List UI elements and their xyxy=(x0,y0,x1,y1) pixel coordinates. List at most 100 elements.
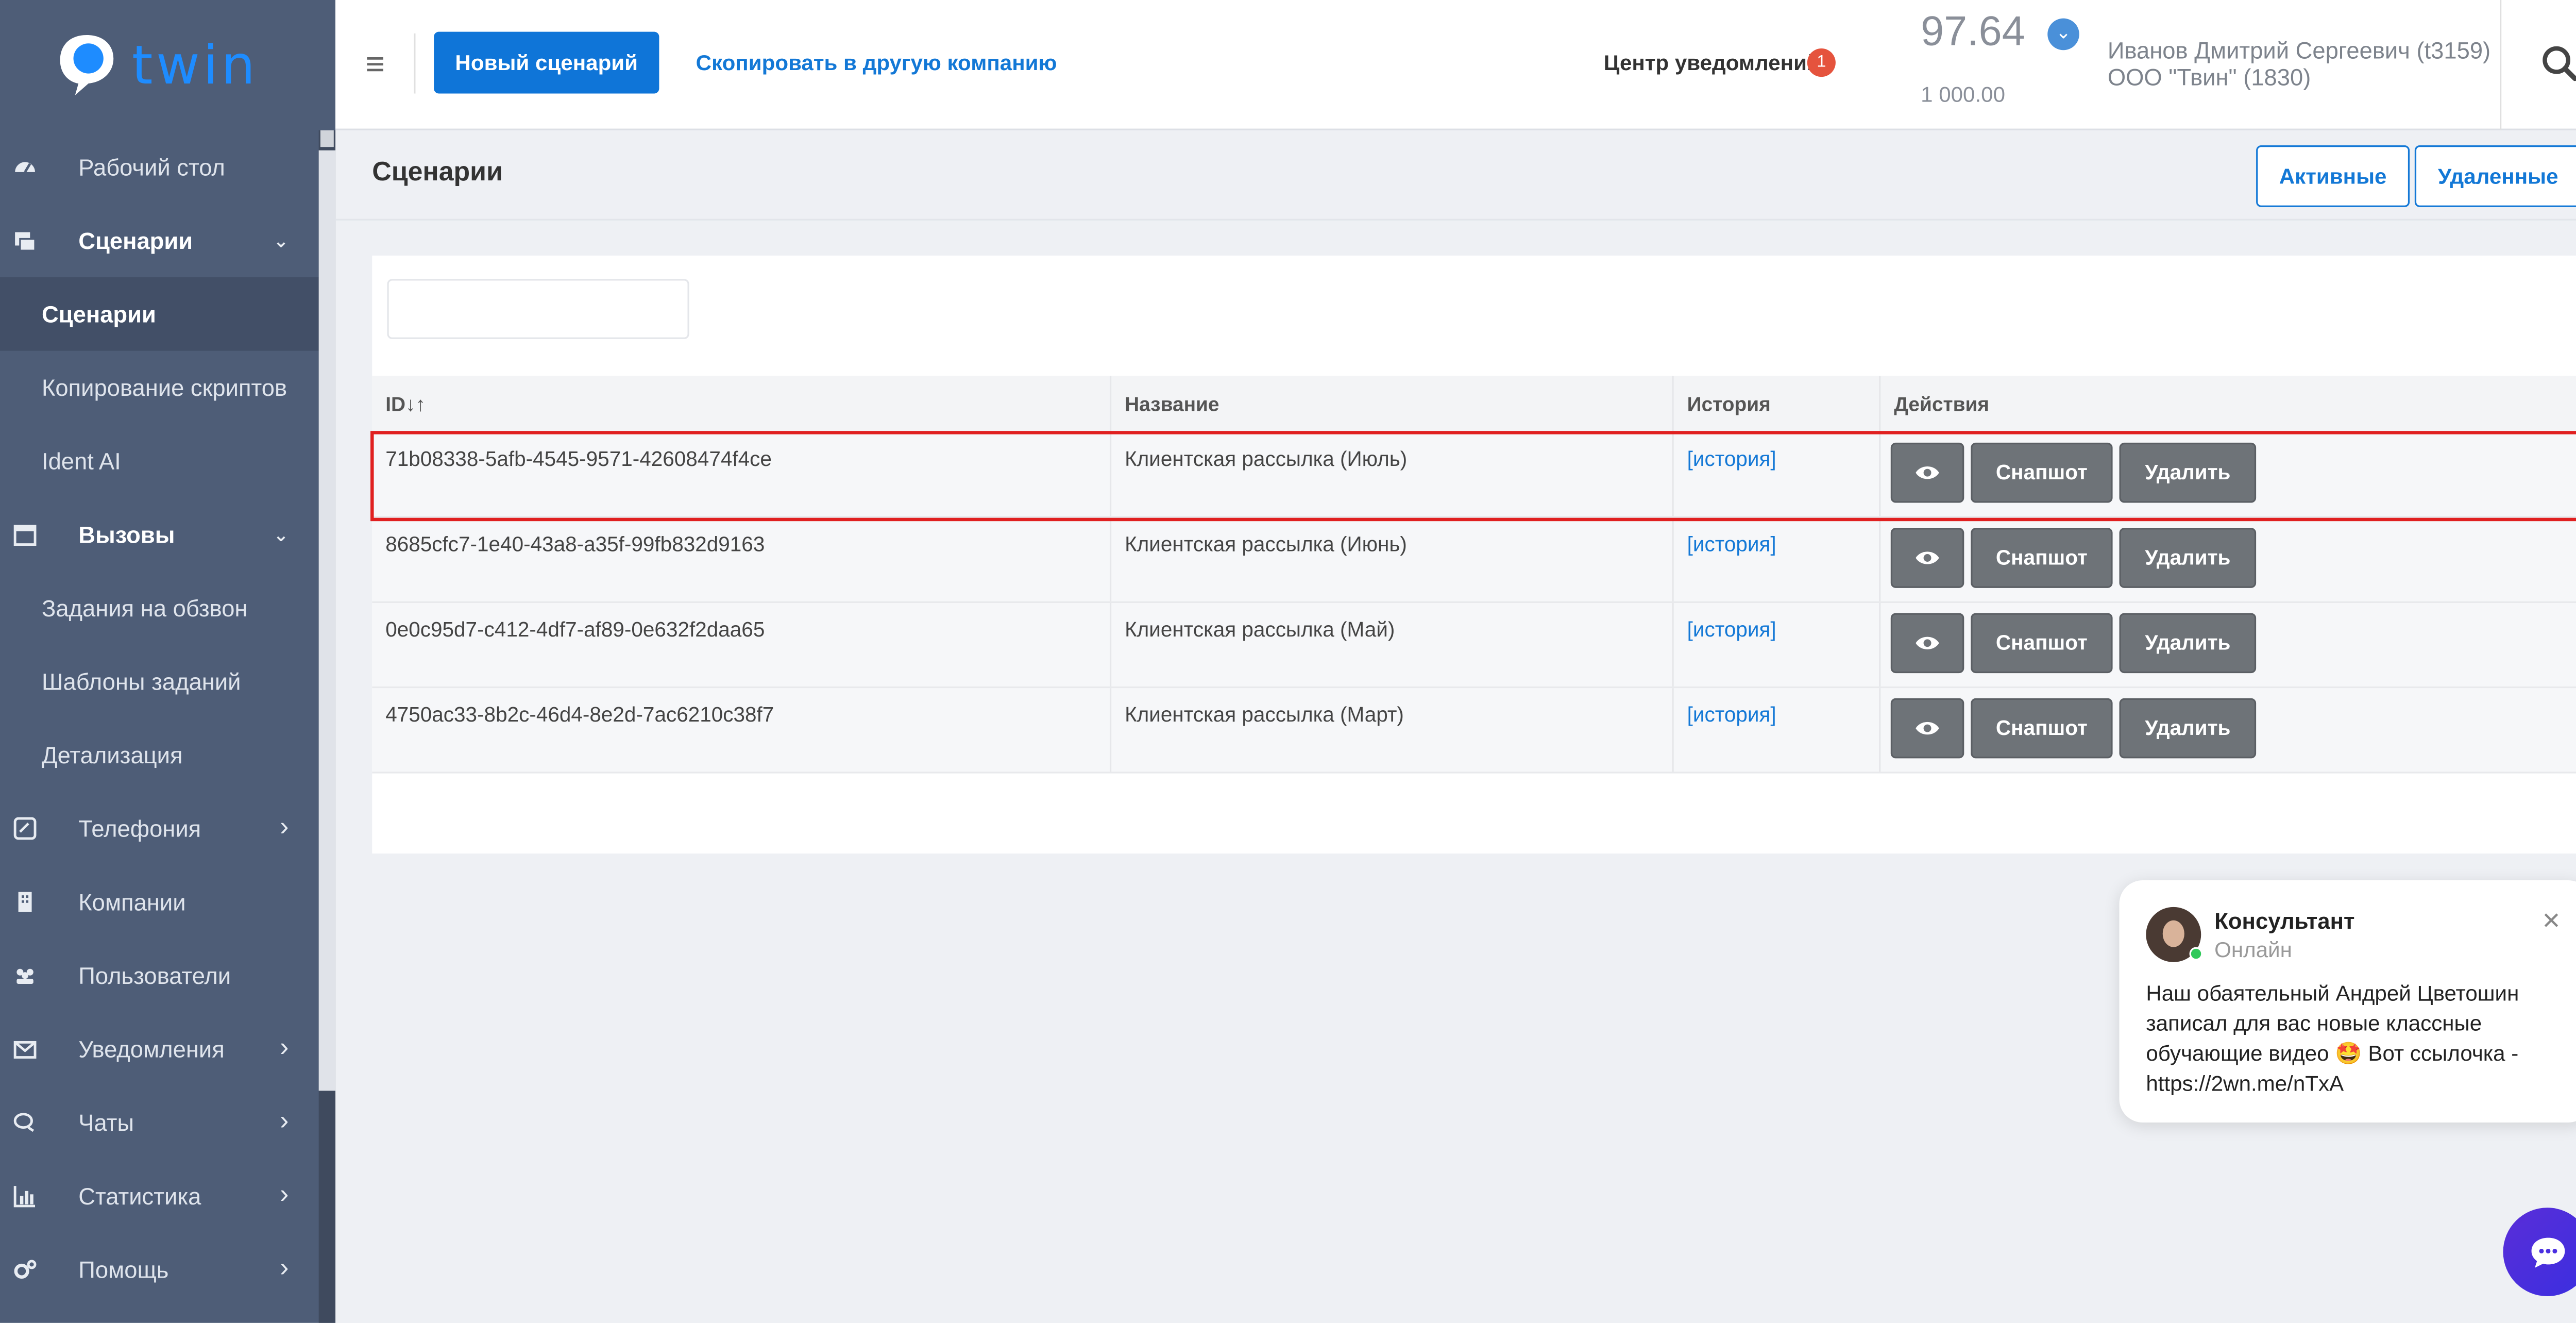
sidebar-item-8[interactable]: Детализация xyxy=(0,718,319,792)
history-link[interactable]: [история] xyxy=(1687,448,1776,471)
close-icon[interactable]: ✕ xyxy=(2541,907,2561,935)
eye-icon xyxy=(1916,637,1939,649)
sidebar-item-label: Шаблоны заданий xyxy=(41,668,241,695)
filter-input[interactable] xyxy=(387,279,689,339)
page-header: Сценарии Активные Удаленные xyxy=(335,132,2576,221)
snapshot-button[interactable]: Снапшот xyxy=(1971,613,2113,674)
app-root: twin Рабочий стол Сценарии ⌄ Сценарии Копиро… xyxy=(0,0,2576,1323)
row-id: 71b08338-5afb-4545-9571-42608474f4ce xyxy=(372,432,1112,516)
user-name[interactable]: Иванов Дмитрий Сергеевич (t3159) xyxy=(2108,37,2490,63)
sidebar-item-label: Детализация xyxy=(41,742,183,768)
sidebar-item-label: Вызовы xyxy=(78,521,175,548)
topbar: ≡ Новый сценарий Скопировать в другую ко… xyxy=(335,0,2576,130)
sidebar-item-1[interactable]: Сценарии ⌄ xyxy=(0,204,319,277)
history-link[interactable]: [история] xyxy=(1687,533,1776,556)
sidebar-scrollbar[interactable] xyxy=(318,130,336,1323)
sidebar-item-0[interactable]: Рабочий стол xyxy=(0,130,319,204)
history-link[interactable]: [история] xyxy=(1687,703,1776,726)
chevron-right-icon[interactable]: › xyxy=(280,813,289,843)
table-body: 71b08338-5afb-4545-9571-42608474f4ce Клие… xyxy=(372,432,2576,774)
snapshot-button[interactable]: Снапшот xyxy=(1971,528,2113,588)
sidebar-menu: Рабочий стол Сценарии ⌄ Сценарии Копирование… xyxy=(0,130,319,1307)
sidebar-item-6[interactable]: Задания на обзвон xyxy=(0,571,319,645)
chevron-right-icon[interactable]: › xyxy=(280,1181,289,1211)
sidebar-item-9[interactable]: Телефония › xyxy=(0,792,319,865)
sidebar-item-label: Телефония xyxy=(78,815,201,842)
chat-popup: Консультант Онлайн ✕ Наш обаятельный Анд… xyxy=(2119,880,2576,1123)
delete-button[interactable]: Удалить xyxy=(2119,698,2257,759)
tab-deleted[interactable]: Удаленные xyxy=(2414,145,2576,207)
scrollbar-thumb[interactable] xyxy=(318,150,336,1091)
table-header: ID↓↑ Название История Действия xyxy=(372,376,2576,433)
snapshot-button[interactable]: Снапшот xyxy=(1971,698,2113,759)
table-row: 71b08338-5afb-4545-9571-42608474f4ce Клие… xyxy=(372,432,2576,518)
chats-icon xyxy=(13,1111,37,1134)
sidebar-item-label: Сценарии xyxy=(78,227,193,254)
history-link[interactable]: [история] xyxy=(1687,618,1776,641)
chevron-right-icon[interactable]: › xyxy=(280,1108,289,1137)
chevron-right-icon[interactable]: › xyxy=(280,1034,289,1064)
search-button[interactable] xyxy=(2500,0,2576,130)
sidebar-item-5[interactable]: Вызовы ⌄ xyxy=(0,498,319,572)
row-name: Клиентская рассылка (Июль) xyxy=(1111,432,1674,516)
table-row: 4750ac33-8b2c-46d4-8e2d-7ac6210c38f7 Клие… xyxy=(372,688,2576,774)
scenarios-table: ID↓↑ Название История Действия 71b08338-… xyxy=(372,376,2576,774)
notification-count-badge[interactable]: 1 xyxy=(1807,48,1836,77)
eye-icon xyxy=(1916,551,1939,564)
delete-button[interactable]: Удалить xyxy=(2119,442,2257,503)
logo[interactable]: twin xyxy=(0,0,336,130)
scroll-up-arrow-icon[interactable] xyxy=(320,130,334,147)
chevron-right-icon[interactable]: › xyxy=(280,1254,289,1284)
sidebar-item-label: Ident AI xyxy=(41,447,121,475)
column-id[interactable]: ID↓↑ xyxy=(372,376,1112,431)
chat-open-button[interactable] xyxy=(2503,1208,2576,1297)
phone-icon xyxy=(13,817,37,840)
copy-to-company-link[interactable]: Скопировать в другую компанию xyxy=(696,50,1057,75)
logo-text: twin xyxy=(131,33,259,97)
sidebar-item-11[interactable]: Пользователи xyxy=(0,939,319,1012)
balance-value: 97.64 xyxy=(1921,8,2025,55)
sidebar-item-2[interactable]: Сценарии xyxy=(0,277,319,351)
chevron-down-icon[interactable]: ⌄ xyxy=(273,524,289,545)
row-id: 4750ac33-8b2c-46d4-8e2d-7ac6210c38f7 xyxy=(372,688,1112,772)
dashboard-icon xyxy=(13,155,37,178)
row-id: 0e0c95d7-c412-4df7-af89-0e632f2daa65 xyxy=(372,603,1112,687)
calendar-icon xyxy=(13,523,37,546)
tab-active[interactable]: Активные xyxy=(2256,145,2410,207)
sidebar-item-4[interactable]: Ident AI xyxy=(0,424,319,498)
chevron-down-icon[interactable]: ⌄ xyxy=(2047,18,2079,51)
notification-center-link[interactable]: Центр уведомлений xyxy=(1604,50,1820,75)
sidebar-item-label: Компании xyxy=(78,889,186,916)
sidebar: twin Рабочий стол Сценарии ⌄ Сценарии Копиро… xyxy=(0,0,336,1323)
chart-icon xyxy=(13,1184,37,1208)
envelope-icon xyxy=(13,1037,37,1061)
user-company[interactable]: ООО "Твин" (1830) xyxy=(2108,63,2311,90)
view-button[interactable] xyxy=(1890,528,1964,588)
consultant-name: Консультант xyxy=(2214,909,2355,934)
sidebar-item-3[interactable]: Копирование скриптов xyxy=(0,351,319,425)
view-button[interactable] xyxy=(1890,613,1964,674)
sidebar-item-13[interactable]: Чаты › xyxy=(0,1086,319,1160)
chevron-down-icon[interactable]: ⌄ xyxy=(273,230,289,252)
eye-icon xyxy=(1916,722,1939,735)
column-name: Название xyxy=(1111,376,1674,431)
view-button[interactable] xyxy=(1890,442,1964,503)
logo-bubble-icon xyxy=(60,35,114,95)
sidebar-item-15[interactable]: Помощь › xyxy=(0,1233,319,1307)
sidebar-item-14[interactable]: Статистика › xyxy=(0,1159,319,1233)
snapshot-button[interactable]: Снапшот xyxy=(1971,442,2113,503)
sidebar-item-7[interactable]: Шаблоны заданий xyxy=(0,645,319,718)
row-actions: Снапшот Удалить xyxy=(1880,603,2576,686)
sidebar-item-12[interactable]: Уведомления › xyxy=(0,1012,319,1086)
view-button[interactable] xyxy=(1890,698,1964,759)
chat-message: Наш обаятельный Андрей Цветошин записал … xyxy=(2146,980,2519,1096)
sidebar-item-10[interactable]: Компании xyxy=(0,865,319,939)
table-row: 0e0c95d7-c412-4df7-af89-0e632f2daa65 Клие… xyxy=(372,603,2576,689)
row-actions: Снапшот Удалить xyxy=(1880,432,2576,516)
hamburger-menu-icon[interactable]: ≡ xyxy=(365,47,385,86)
gears-icon xyxy=(13,1258,37,1281)
delete-button[interactable]: Удалить xyxy=(2119,528,2257,588)
delete-button[interactable]: Удалить xyxy=(2119,613,2257,674)
sidebar-item-label: Статистика xyxy=(78,1182,201,1210)
new-scenario-button[interactable]: Новый сценарий xyxy=(434,31,659,94)
